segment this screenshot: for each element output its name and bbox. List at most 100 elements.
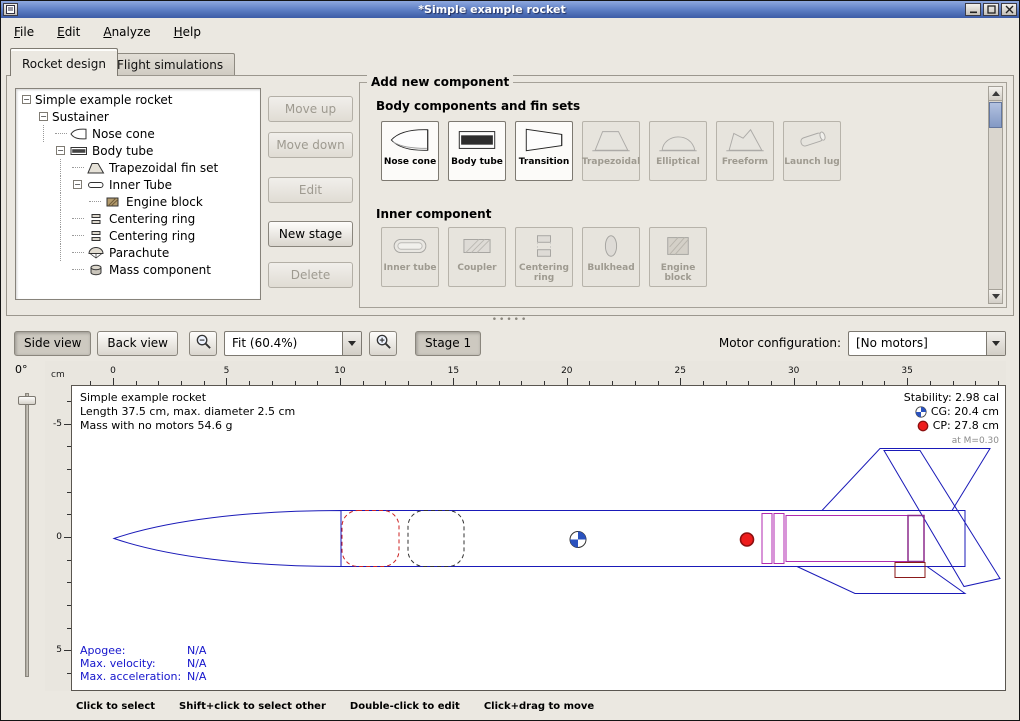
add-transition-button[interactable]: Transition — [515, 121, 573, 181]
motor-configuration-label: Motor configuration: — [719, 336, 841, 350]
menubar: File Edit Analyze Help — [2, 18, 1018, 45]
motor-configuration-select[interactable]: [No motors] — [848, 331, 1006, 356]
ruler-unit: cm — [45, 361, 71, 385]
flight-data-row: Apogee:N/A — [80, 644, 206, 657]
tree-item-label: Inner Tube — [109, 178, 172, 192]
tree-item-parachute[interactable]: Parachute — [18, 244, 260, 261]
stage-1-toggle[interactable]: Stage 1 — [415, 331, 481, 356]
tab-bar: Rocket designFlight simulations — [2, 45, 1018, 76]
engine-block-icon — [656, 231, 700, 261]
menu-analyze[interactable]: Analyze — [100, 23, 153, 41]
flight-data-label: Apogee: — [80, 644, 187, 657]
delete-button[interactable]: Delete — [268, 262, 353, 288]
tree-item-label: Centering ring — [109, 212, 195, 226]
scroll-up-icon[interactable] — [989, 87, 1002, 101]
title-bar[interactable]: *Simple example rocket — [1, 1, 1019, 18]
add-freeform-button[interactable]: Freeform — [716, 121, 774, 181]
tree-item-label: Body tube — [92, 144, 153, 158]
status-hint: Click+drag to move — [484, 701, 594, 712]
comp-button-label: Engine block — [650, 263, 706, 283]
add-launch-lug-button[interactable]: Launch lug — [783, 121, 841, 181]
add-engine-block-button[interactable]: Engine block — [649, 227, 707, 287]
tree-item-centering-ring[interactable]: Centering ring — [18, 210, 260, 227]
zoom-select[interactable]: Fit (60.4%) — [224, 331, 362, 356]
rocket-mass: Mass with no motors 54.6 g — [80, 419, 295, 433]
rocket-drawing-area[interactable]: Simple example rocket Length 37.5 cm, ma… — [71, 385, 1006, 691]
add-panel-title: Add new component — [367, 75, 513, 89]
nose-cone-icon — [70, 128, 88, 140]
openrocket-window: *Simple example rocket File Edit Analyze He… — [0, 0, 1020, 721]
new-stage-button[interactable]: New stage — [268, 221, 353, 247]
zoom-in-button[interactable] — [369, 331, 397, 356]
side-view-button[interactable]: Side view — [14, 331, 91, 356]
comp-row-1: Inner tubeCouplerCentering ringBulkhead E… — [381, 227, 707, 287]
add-trapezoidal-button[interactable]: Trapezoidal — [582, 121, 640, 181]
tree-item-inner-tube[interactable]: − Inner Tube — [18, 176, 260, 193]
cg-icon — [915, 406, 927, 418]
back-view-button[interactable]: Back view — [97, 331, 178, 356]
cp-value: CP: 27.8 cm — [933, 419, 999, 433]
add-inner-tube-button[interactable]: Inner tube — [381, 227, 439, 287]
minimize-icon[interactable] — [965, 3, 981, 16]
parachute-icon — [87, 247, 105, 259]
rocket-view-canvas: cm 05101520253035 -505 — [45, 361, 1006, 691]
add-body-tube-button[interactable]: Body tube — [448, 121, 506, 181]
tree-expander-icon[interactable]: − — [73, 180, 82, 189]
view-toolbar: Side view Back view Fit (60.4%) Stage 1 … — [1, 325, 1019, 361]
comp-button-label: Transition — [519, 157, 570, 167]
menu-file[interactable]: File — [11, 23, 37, 41]
add-centering-ring-button[interactable]: Centering ring — [515, 227, 573, 287]
move-down-button[interactable]: Move down — [268, 132, 353, 158]
rotation-slider[interactable] — [25, 393, 29, 677]
add-coupler-button[interactable]: Coupler — [448, 227, 506, 287]
close-icon[interactable] — [1001, 3, 1017, 16]
panel-splitter[interactable]: ••••• — [1, 316, 1019, 325]
tree-expander-icon[interactable]: − — [39, 112, 48, 121]
window-menu-icon[interactable] — [3, 3, 18, 16]
scrollbar-thumb[interactable] — [989, 102, 1002, 128]
tree-item-nose-cone[interactable]: Nose cone — [18, 125, 260, 142]
rotation-slider-handle[interactable] — [18, 396, 36, 405]
tree-item-label: Engine block — [126, 195, 203, 209]
comp-button-label: Freeform — [722, 157, 768, 167]
scroll-down-icon[interactable] — [989, 289, 1002, 303]
tree-expander-icon[interactable]: − — [22, 95, 31, 104]
tree-item-simple-example-rocket[interactable]: −Simple example rocket — [18, 91, 260, 108]
tree-item-sustainer[interactable]: −Sustainer — [18, 108, 260, 125]
flight-data-label: Max. acceleration: — [80, 670, 187, 683]
centering-ring-icon — [87, 213, 105, 225]
inner-tube-icon — [388, 231, 432, 261]
v-ruler-label: -5 — [53, 419, 62, 429]
tree-item-engine-block[interactable]: Engine block — [18, 193, 260, 210]
flight-data: Apogee:N/AMax. velocity:N/AMax. accelera… — [80, 644, 206, 683]
tree-item-centering-ring[interactable]: Centering ring — [18, 227, 260, 244]
chevron-down-icon[interactable] — [342, 332, 361, 355]
add-elliptical-button[interactable]: Elliptical — [649, 121, 707, 181]
add-nose-cone-button[interactable]: Nose cone — [381, 121, 439, 181]
zoom-out-button[interactable] — [189, 331, 217, 356]
cp-icon — [917, 420, 929, 432]
move-up-button[interactable]: Move up — [268, 96, 353, 122]
launch-lug-icon — [790, 125, 834, 155]
tree-item-trapezoidal-fin-set[interactable]: Trapezoidal fin set — [18, 159, 260, 176]
group-label-body-components-and-fin-sets: Body components and fin sets — [376, 99, 580, 113]
component-tree[interactable]: −Simple example rocket−SustainerNose con… — [15, 88, 261, 300]
tab-flight-simulations[interactable]: Flight simulations — [105, 53, 235, 76]
chevron-down-icon[interactable] — [986, 332, 1005, 355]
tree-item-mass-component[interactable]: Mass component — [18, 261, 260, 278]
maximize-icon[interactable] — [983, 3, 999, 16]
comp-button-label: Body tube — [451, 157, 503, 167]
add-bulkhead-button[interactable]: Bulkhead — [582, 227, 640, 287]
component-scrollbar[interactable] — [988, 86, 1003, 304]
tab-rocket-design[interactable]: Rocket design — [10, 48, 118, 76]
tree-expander-icon[interactable]: − — [56, 146, 65, 155]
zoom-out-icon — [195, 333, 212, 353]
fin-set-icon — [87, 162, 105, 174]
edit-button[interactable]: Edit — [268, 177, 353, 203]
flight-data-value: N/A — [187, 670, 206, 683]
trapezoidal-icon — [589, 125, 633, 155]
menu-edit[interactable]: Edit — [54, 23, 83, 41]
tree-item-body-tube[interactable]: − Body tube — [18, 142, 260, 159]
inner-tube-icon — [87, 179, 105, 191]
menu-help[interactable]: Help — [171, 23, 204, 41]
